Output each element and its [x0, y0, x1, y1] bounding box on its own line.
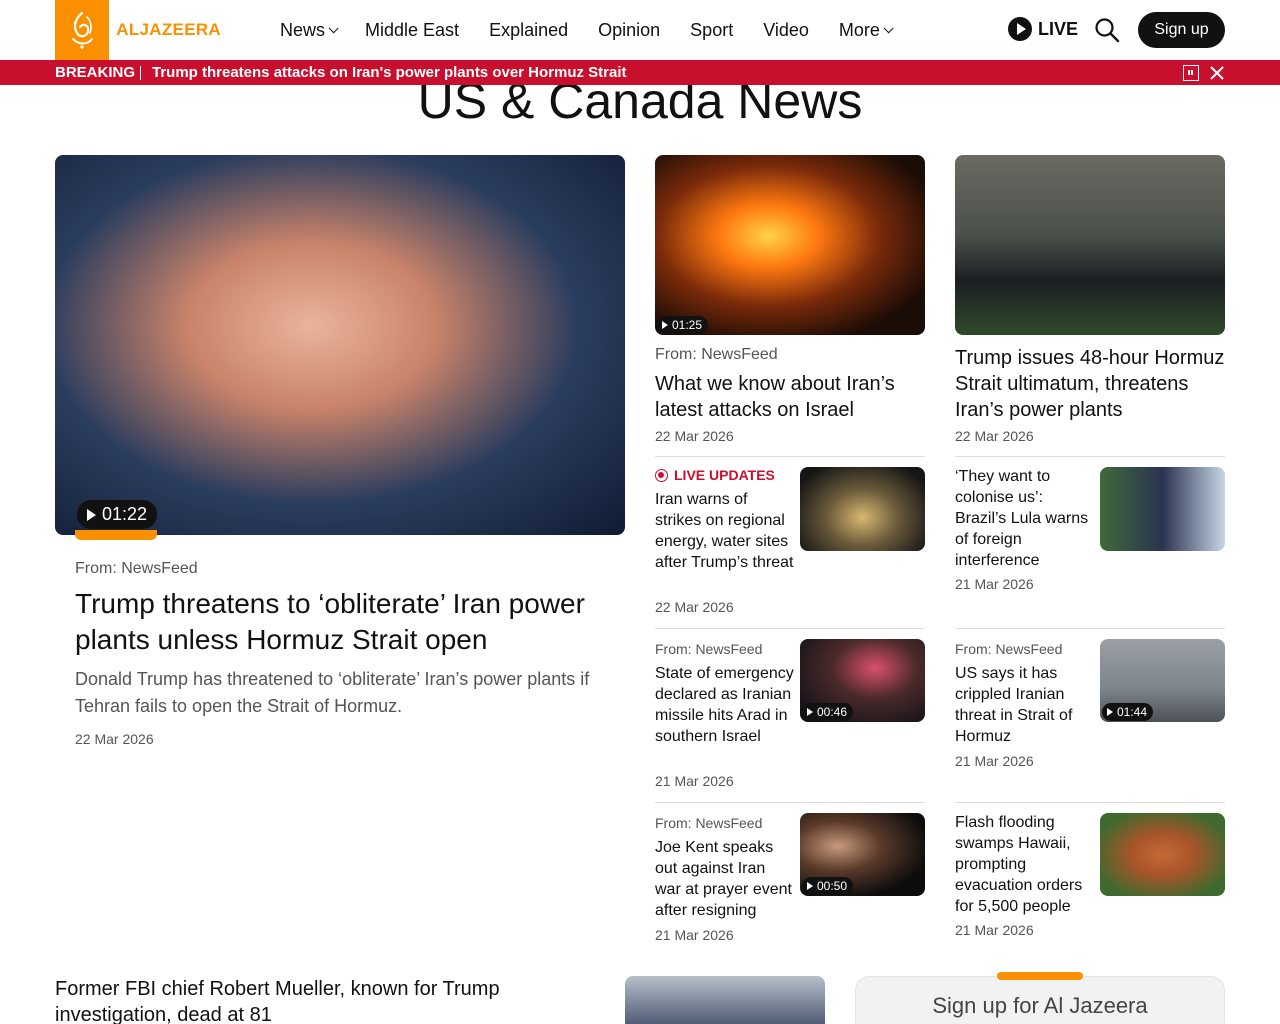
article-source: From: NewsFeed [655, 641, 763, 657]
breaking-news-bar[interactable]: BREAKING Trump threatens attacks on Iran… [0, 60, 1280, 85]
article-image[interactable] [655, 155, 925, 335]
nav-item-video[interactable]: Video [763, 20, 809, 41]
main-nav: News Middle East Explained Opinion Sport… [280, 0, 920, 60]
signup-button[interactable]: Sign up [1138, 12, 1225, 48]
article-headline[interactable]: Flash flooding swamps Hawaii, prompting … [955, 812, 1095, 917]
video-duration[interactable]: 00:46 [802, 703, 854, 721]
nav-item-opinion[interactable]: Opinion [598, 20, 660, 41]
article-image[interactable] [625, 976, 825, 1024]
site-header: ALJAZEERA News Middle East Explained Opi… [0, 0, 1280, 60]
article-image[interactable] [1100, 467, 1225, 551]
nav-item-news[interactable]: News [280, 19, 339, 41]
article-date: 22 Mar 2026 [955, 428, 1034, 444]
duration-label: 01:44 [1117, 705, 1148, 719]
nav-item-sport[interactable]: Sport [690, 20, 733, 41]
article-headline[interactable]: Joe Kent speaks out against Iran war at … [655, 837, 795, 921]
hero-summary: Donald Trump has threatened to ‘oblitera… [75, 669, 590, 716]
article-image[interactable] [800, 467, 925, 551]
article-date: 21 Mar 2026 [955, 753, 1034, 769]
article-headline[interactable]: US says it has crippled Iranian threat i… [955, 663, 1095, 747]
play-icon [807, 882, 813, 890]
live-button[interactable]: LIVE [1008, 17, 1078, 41]
nav-label: Middle East [365, 19, 460, 40]
aljazeera-logo[interactable]: ALJAZEERA [55, 0, 221, 60]
video-duration[interactable]: 01:25 [657, 316, 709, 334]
article-source: From: NewsFeed [655, 815, 763, 831]
divider [655, 456, 925, 457]
article-source: From: NewsFeed [955, 641, 1063, 657]
aljazeera-calligraphy-icon [55, 0, 110, 60]
article-date: 21 Mar 2026 [955, 922, 1034, 938]
article-image[interactable] [1100, 813, 1225, 896]
play-icon [87, 508, 96, 521]
article-date: 22 Mar 2026 [655, 599, 734, 615]
article-image[interactable] [955, 155, 1225, 335]
newsletter-title: Sign up for Al Jazeera [932, 993, 1148, 1018]
nav-item-middle-east[interactable]: Middle East [365, 20, 459, 41]
hero-source: From: NewsFeed [75, 560, 198, 577]
article-date: 22 Mar 2026 [655, 428, 734, 444]
article-headline[interactable]: Former FBI chief Robert Mueller, known f… [55, 976, 535, 1024]
duration-label: 00:50 [817, 879, 848, 893]
newsletter-accent-bar [997, 972, 1083, 980]
divider [655, 802, 925, 803]
nav-label: More [838, 19, 880, 40]
hero-headline[interactable]: Trump threatens to ‘obliterate’ Iran pow… [75, 586, 615, 658]
nav-label: Explained [489, 19, 569, 40]
breaking-divider [140, 66, 141, 80]
hero-date: 22 Mar 2026 [75, 731, 154, 747]
nav-label: Opinion [598, 19, 661, 40]
article-headline[interactable]: Trump issues 48-hour Hormuz Strait ultim… [955, 345, 1227, 423]
article-date: 21 Mar 2026 [655, 927, 734, 943]
search-icon[interactable] [1094, 17, 1120, 43]
pause-icon[interactable] [1183, 65, 1199, 81]
divider [955, 802, 1225, 803]
video-duration[interactable]: 01:44 [1102, 703, 1154, 721]
duration-label: 01:22 [102, 504, 148, 524]
chevron-down-icon [883, 22, 894, 33]
article-headline[interactable]: Iran warns of strikes on regional energy… [655, 489, 795, 573]
live-indicator-icon [655, 468, 668, 482]
close-icon[interactable] [1209, 65, 1225, 81]
logo-wordmark: ALJAZEERA [116, 20, 221, 39]
play-icon [662, 321, 668, 329]
article-headline[interactable]: State of emergency declared as Iranian m… [655, 663, 795, 747]
article-headline[interactable]: ‘They want to colonise us’: Brazil’s Lul… [955, 466, 1095, 571]
nav-item-more[interactable]: More [838, 19, 894, 41]
article-date: 21 Mar 2026 [655, 773, 734, 789]
live-updates-label: LIVE UPDATES [674, 467, 775, 483]
duration-label: 00:46 [817, 705, 848, 719]
breaking-headline[interactable]: Trump threatens attacks on Iran's power … [152, 64, 627, 81]
play-icon [807, 708, 813, 716]
hero-image[interactable] [55, 155, 625, 535]
nav-label: Video [763, 19, 809, 40]
nav-label: Sport [690, 19, 734, 40]
breaking-tag: BREAKING [55, 64, 136, 81]
play-icon [1107, 708, 1113, 716]
video-duration[interactable]: 00:50 [802, 877, 854, 895]
nav-item-explained[interactable]: Explained [489, 20, 568, 41]
article-source: From: NewsFeed [655, 346, 778, 363]
divider [655, 628, 925, 629]
divider [955, 628, 1225, 629]
nav-label: News [280, 19, 326, 40]
divider [955, 456, 1225, 457]
live-updates-badge: LIVE UPDATES [655, 467, 775, 483]
live-label: LIVE [1038, 18, 1079, 39]
video-progress-accent [75, 530, 157, 540]
chevron-down-icon [328, 22, 339, 33]
article-date: 21 Mar 2026 [955, 576, 1034, 592]
duration-label: 01:25 [672, 318, 703, 332]
hero-video-duration[interactable]: 01:22 [77, 500, 158, 529]
article-headline[interactable]: What we know about Iran’s latest attacks… [655, 371, 927, 423]
play-circle-icon [1008, 17, 1032, 41]
